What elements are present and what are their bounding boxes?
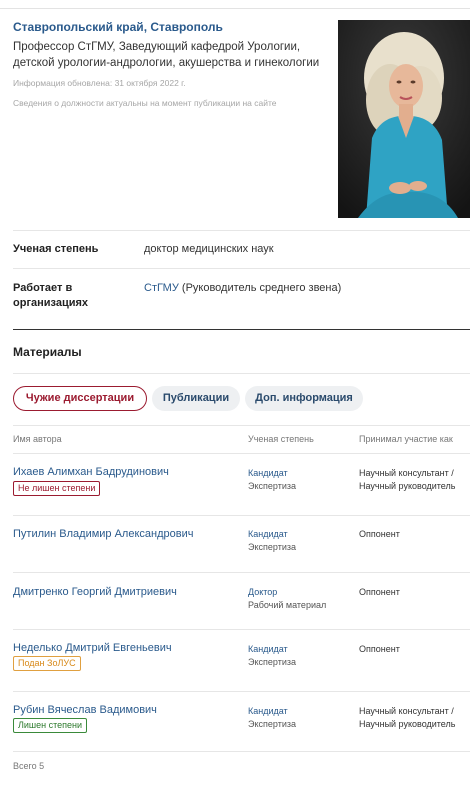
- column-header-author[interactable]: Имя автора: [13, 434, 62, 444]
- degree-type: Экспертиза: [248, 481, 296, 491]
- materials-title: Материалы: [13, 345, 82, 359]
- divider: [13, 751, 470, 752]
- author-link[interactable]: Рубин Вячеслав Вадимович: [13, 704, 157, 716]
- profile-position: Профессор СтГМУ, Заведующий кафедрой Уро…: [13, 41, 320, 69]
- participation-role: Оппонент: [359, 587, 400, 597]
- degree-cell: Кандидат Экспертиза: [248, 643, 296, 669]
- works-label: Работает в организациях: [13, 282, 89, 309]
- degree-cell: Кандидат Экспертиза: [248, 528, 296, 554]
- profile-photo: [338, 20, 470, 218]
- status-badge: Лишен степени: [13, 718, 88, 733]
- divider: [13, 230, 470, 231]
- participation-role: Научный консультант / Научный руководите…: [359, 706, 456, 729]
- divider: [13, 268, 470, 269]
- total-count: Всего 5: [13, 761, 45, 771]
- degree-type: Рабочий материал: [248, 600, 327, 610]
- participation-role: Оппонент: [359, 529, 400, 539]
- degree-label: Ученая степень: [13, 243, 99, 255]
- divider: [13, 691, 470, 692]
- section-divider: [13, 329, 470, 330]
- degree-level: Кандидат: [248, 644, 288, 654]
- degree-level: Кандидат: [248, 468, 288, 478]
- tab-others-dissertations[interactable]: Чужие диссертации: [13, 386, 147, 411]
- degree-cell: Кандидат Экспертиза: [248, 467, 296, 493]
- org-link[interactable]: СтГМУ: [144, 282, 179, 294]
- status-badge: Подан ЗоЛУС: [13, 656, 81, 671]
- tab-publications[interactable]: Публикации: [152, 386, 240, 411]
- status-badge: Не лишен степени: [13, 481, 101, 496]
- degree-cell: Кандидат Экспертиза: [248, 705, 296, 731]
- column-header-degree[interactable]: Ученая степень: [248, 434, 314, 444]
- author-link[interactable]: Дмитренко Георгий Дмитриевич: [13, 586, 177, 598]
- profile-note: Сведения о должности актуальны на момент…: [13, 98, 277, 108]
- degree-cell: Доктор Рабочий материал: [248, 586, 326, 612]
- profile-region: Ставропольский край, Ставрополь: [13, 20, 223, 34]
- author-link[interactable]: Ихаев Алимхан Бадрудинович: [13, 466, 169, 478]
- author-link[interactable]: Путилин Владимир Александрович: [13, 528, 193, 540]
- degree-type: Экспертиза: [248, 657, 296, 667]
- degree-value: доктор медицинских наук: [144, 243, 274, 255]
- participation-role: Оппонент: [359, 644, 400, 654]
- works-value: СтГМУ (Руководитель среднего звена): [144, 281, 341, 296]
- degree-type: Экспертиза: [248, 542, 296, 552]
- divider: [13, 515, 470, 516]
- divider: [13, 572, 470, 573]
- org-role: (Руководитель среднего звена): [178, 282, 342, 294]
- author-link[interactable]: Неделько Дмитрий Евгеньевич: [13, 642, 172, 654]
- degree-level: Доктор: [248, 587, 278, 597]
- top-divider: [0, 8, 470, 9]
- divider: [13, 629, 470, 630]
- divider: [13, 373, 470, 374]
- degree-level: Кандидат: [248, 706, 288, 716]
- profile-updated: Информация обновлена: 31 октября 2022 г.: [13, 78, 186, 88]
- tab-additional-info[interactable]: Доп. информация: [245, 386, 363, 411]
- column-header-role[interactable]: Принимал участие как: [359, 434, 453, 444]
- divider: [13, 425, 470, 426]
- degree-level: Кандидат: [248, 529, 288, 539]
- participation-role: Научный консультант / Научный руководите…: [359, 468, 456, 491]
- degree-type: Экспертиза: [248, 719, 296, 729]
- divider: [13, 453, 470, 454]
